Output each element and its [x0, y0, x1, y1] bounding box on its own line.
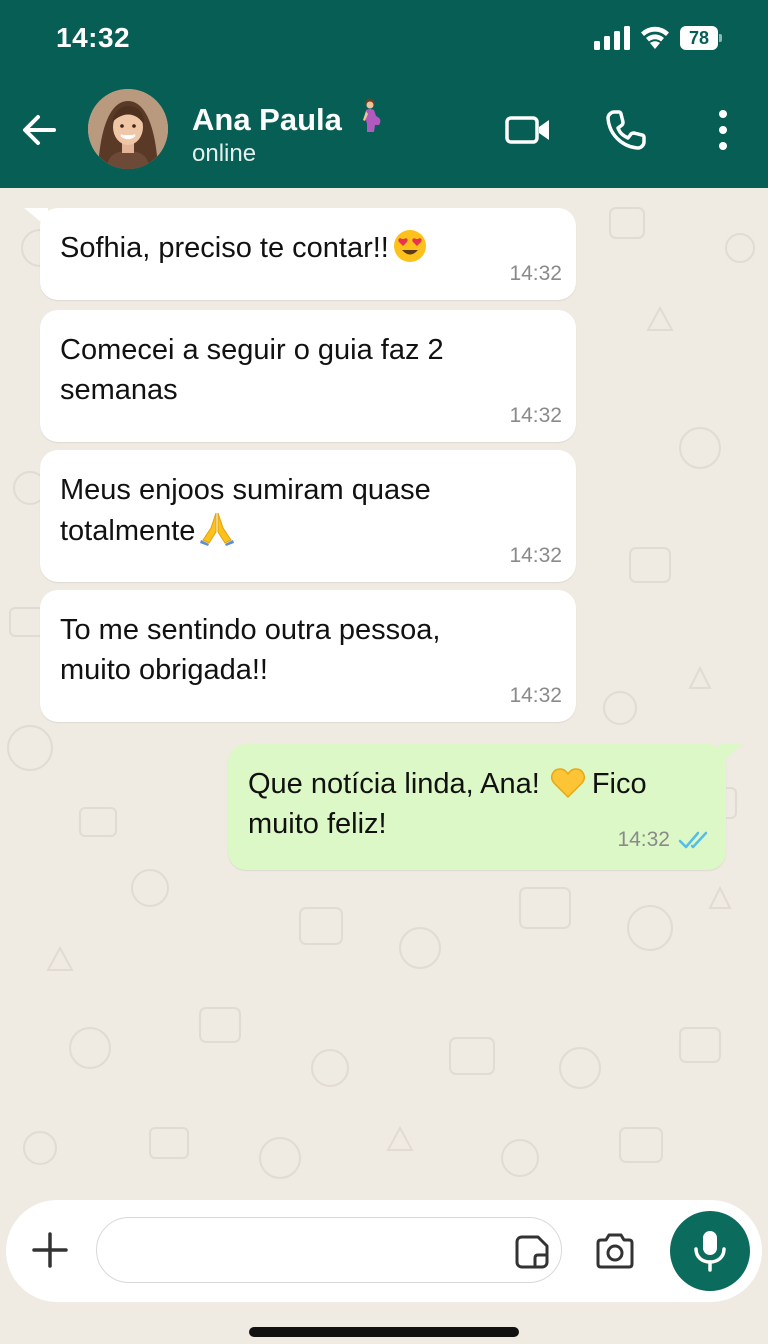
message-time: 14:32 [617, 828, 712, 852]
message-input[interactable] [96, 1217, 562, 1283]
message-time: 14:32 [509, 404, 562, 427]
read-ticks-icon [678, 831, 708, 849]
heart-eyes-emoji [393, 230, 426, 262]
message-bubble[interactable]: Meus enjoos sumiram quase totalmente 14:3… [40, 450, 576, 582]
cellular-signal-icon [594, 26, 630, 50]
message-line: totalmente [60, 515, 196, 547]
battery-tip [719, 34, 722, 42]
message-line: Comecei a seguir o guia faz 2 [60, 334, 444, 366]
contact-name[interactable]: Ana Paula [192, 98, 385, 138]
message-text: Sofhia, preciso te contar!! [60, 228, 556, 268]
status-time: 14:32 [56, 22, 131, 53]
message-line: muito feliz! [248, 808, 387, 840]
battery-level: 78 [680, 26, 718, 50]
message-bubble[interactable]: To me sentindo outra pessoa, muito obriga… [40, 590, 576, 722]
message-time: 14:32 [509, 684, 562, 707]
avatar-portrait [88, 89, 168, 169]
avatar[interactable] [88, 89, 168, 169]
message-time-text: 14:32 [617, 828, 670, 851]
yellow-heart-emoji [550, 768, 585, 799]
pregnant-woman-icon [362, 98, 380, 132]
message-line: Que notícia linda, Ana! [248, 768, 540, 800]
message-text: Comecei a seguir o guia faz 2 semanas [60, 330, 556, 410]
microphone-icon [694, 1231, 726, 1272]
message-bubble[interactable]: Comecei a seguir o guia faz 2 semanas 14:… [40, 310, 576, 442]
contact-status: online [192, 140, 257, 167]
chat-header: 14:32 78 Ana Paula online [0, 0, 768, 188]
message-line: muito obrigada!! [60, 654, 268, 686]
chat-area[interactable]: Sofhia, preciso te contar!! 14:32 Comece… [0, 188, 768, 1198]
home-indicator[interactable] [249, 1327, 519, 1337]
wifi-icon [641, 26, 669, 49]
more-vertical-icon[interactable] [708, 108, 738, 152]
status-bar: 14:32 78 [0, 0, 768, 78]
message-text-content: Sofhia, preciso te contar!! [60, 232, 389, 264]
message-bubble-outgoing[interactable]: Que notícia linda, Ana! Fico muito feliz!… [228, 744, 726, 870]
message-composer [6, 1200, 762, 1302]
sticker-icon[interactable] [514, 1234, 550, 1270]
message-text: Meus enjoos sumiram quase totalmente [60, 470, 556, 551]
message-line: semanas [60, 374, 178, 406]
battery-icon: 78 [680, 26, 722, 50]
message-time: 14:32 [509, 544, 562, 567]
message-line: Fico [591, 768, 647, 800]
phone-icon[interactable] [604, 108, 648, 152]
message-bubble[interactable]: Sofhia, preciso te contar!! 14:32 [40, 208, 576, 300]
message-time: 14:32 [509, 262, 562, 285]
camera-icon[interactable] [594, 1232, 636, 1270]
message-text: To me sentindo outra pessoa, muito obriga… [60, 610, 556, 690]
folded-hands-emoji [200, 512, 235, 546]
message-line: To me sentindo outra pessoa, [60, 614, 441, 646]
contact-bar: Ana Paula online [0, 78, 768, 188]
microphone-button[interactable] [670, 1211, 750, 1291]
contact-name-text: Ana Paula [192, 102, 342, 137]
plus-icon[interactable] [30, 1230, 70, 1270]
back-arrow-icon[interactable] [18, 108, 62, 152]
video-camera-icon[interactable] [504, 110, 552, 150]
message-line: Meus enjoos sumiram quase [60, 474, 431, 506]
